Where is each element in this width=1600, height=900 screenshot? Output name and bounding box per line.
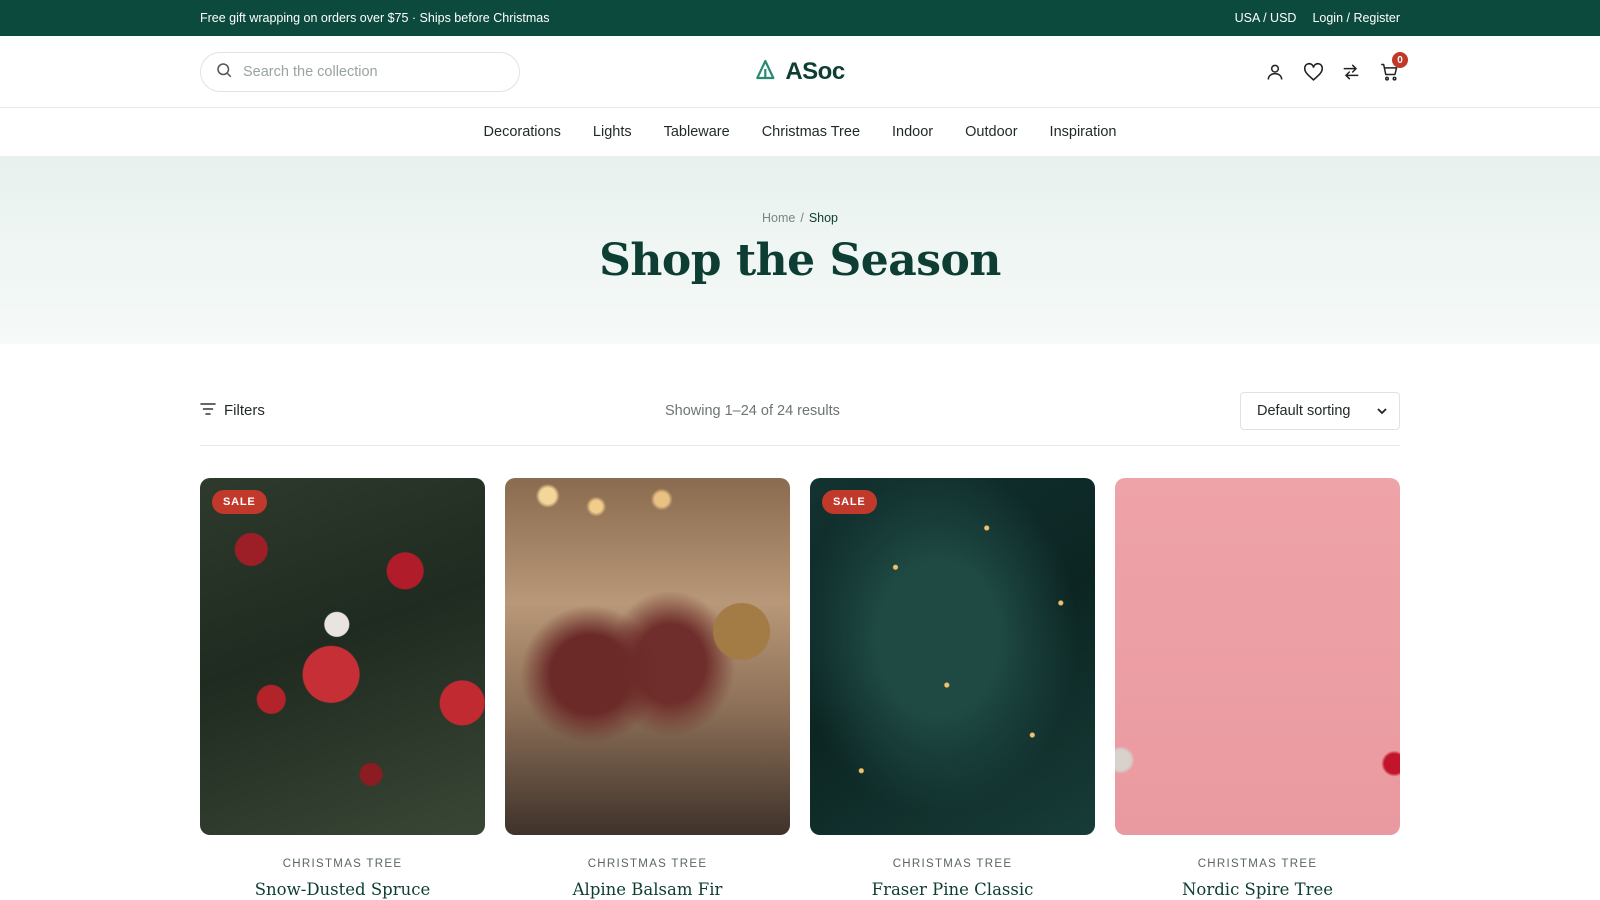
product-image[interactable]: [505, 478, 790, 835]
breadcrumb-home[interactable]: Home: [762, 211, 795, 225]
site-header: ASoc 0: [0, 36, 1600, 108]
sort-label: Default sorting: [1256, 402, 1351, 419]
tree-logo-icon: [755, 59, 775, 86]
compare-icon[interactable]: [1340, 61, 1362, 83]
main-nav: Decorations Lights Tableware Christmas T…: [0, 108, 1600, 156]
nav-item-indoor[interactable]: Indoor: [892, 124, 933, 140]
product-category: CHRISTMAS TREE: [1197, 858, 1318, 870]
breadcrumb: Home / Shop: [0, 211, 1600, 225]
product-category: CHRISTMAS TREE: [587, 858, 708, 870]
nav-item-tableware[interactable]: Tableware: [664, 124, 730, 140]
page-title: Shop the Season: [599, 235, 1001, 286]
breadcrumb-current: Shop: [808, 211, 839, 225]
sale-badge: SALE: [212, 490, 267, 514]
product-name[interactable]: Fraser Pine Classic: [810, 880, 1095, 899]
product-name[interactable]: Snow-Dusted Spruce: [200, 880, 485, 899]
page-hero: Home / Shop Shop the Season: [0, 156, 1600, 344]
product-card[interactable]: SALE CHRISTMAS TREE Fraser Pine Classic: [810, 478, 1095, 899]
heart-icon[interactable]: [1302, 61, 1324, 83]
product-name[interactable]: Nordic Spire Tree: [1115, 880, 1400, 899]
product-card[interactable]: CHRISTMAS TREE Alpine Balsam Fir: [505, 478, 790, 899]
product-category: CHRISTMAS TREE: [282, 858, 403, 870]
user-icon[interactable]: [1264, 61, 1286, 83]
nav-item-decorations[interactable]: Decorations: [484, 124, 561, 140]
announcement-bar: Free gift wrapping on orders over $75 · …: [0, 0, 1600, 36]
search-box[interactable]: [200, 52, 520, 92]
search-input[interactable]: [243, 64, 483, 80]
product-image[interactable]: [1115, 478, 1400, 835]
sale-badge: SALE: [822, 490, 877, 514]
promo-text: Free gift wrapping on orders over $75 · …: [200, 11, 550, 25]
product-category: CHRISTMAS TREE: [892, 858, 1013, 870]
search-icon: [215, 61, 233, 84]
sort-select[interactable]: Default sorting: [1239, 391, 1400, 430]
nav-item-outdoor[interactable]: Outdoor: [965, 124, 1017, 140]
filters-label: Filters: [224, 402, 265, 419]
chevron-down-icon: [1377, 403, 1387, 419]
login-register-link[interactable]: Login / Register: [1312, 11, 1400, 25]
nav-item-lights[interactable]: Lights: [593, 124, 632, 140]
product-image[interactable]: SALE: [200, 478, 485, 835]
product-card[interactable]: SALE CHRISTMAS TREE Snow-Dusted Spruce: [200, 478, 485, 899]
shop-toolbar: Filters Showing 1–24 of 24 results Defau…: [200, 391, 1400, 446]
product-image[interactable]: SALE: [810, 478, 1095, 835]
logo-text: ASoc: [785, 58, 845, 85]
cart-icon[interactable]: 0: [1378, 52, 1408, 83]
nav-item-christmas-tree[interactable]: Christmas Tree: [762, 124, 860, 140]
product-grid: SALE CHRISTMAS TREE Snow-Dusted Spruce C…: [200, 478, 1400, 899]
currency-selector[interactable]: USA / USD: [1235, 11, 1297, 25]
filter-icon: [200, 402, 216, 420]
results-count: Showing 1–24 of 24 results: [664, 402, 840, 419]
header-actions: 0: [1264, 52, 1408, 83]
filters-button[interactable]: Filters: [200, 402, 265, 420]
nav-item-inspiration[interactable]: Inspiration: [1050, 124, 1117, 140]
breadcrumb-separator: /: [800, 211, 804, 225]
product-card[interactable]: CHRISTMAS TREE Nordic Spire Tree: [1115, 478, 1400, 899]
product-name[interactable]: Alpine Balsam Fir: [505, 880, 790, 899]
site-logo[interactable]: ASoc: [755, 58, 845, 86]
cart-count-badge: 0: [1392, 52, 1408, 68]
